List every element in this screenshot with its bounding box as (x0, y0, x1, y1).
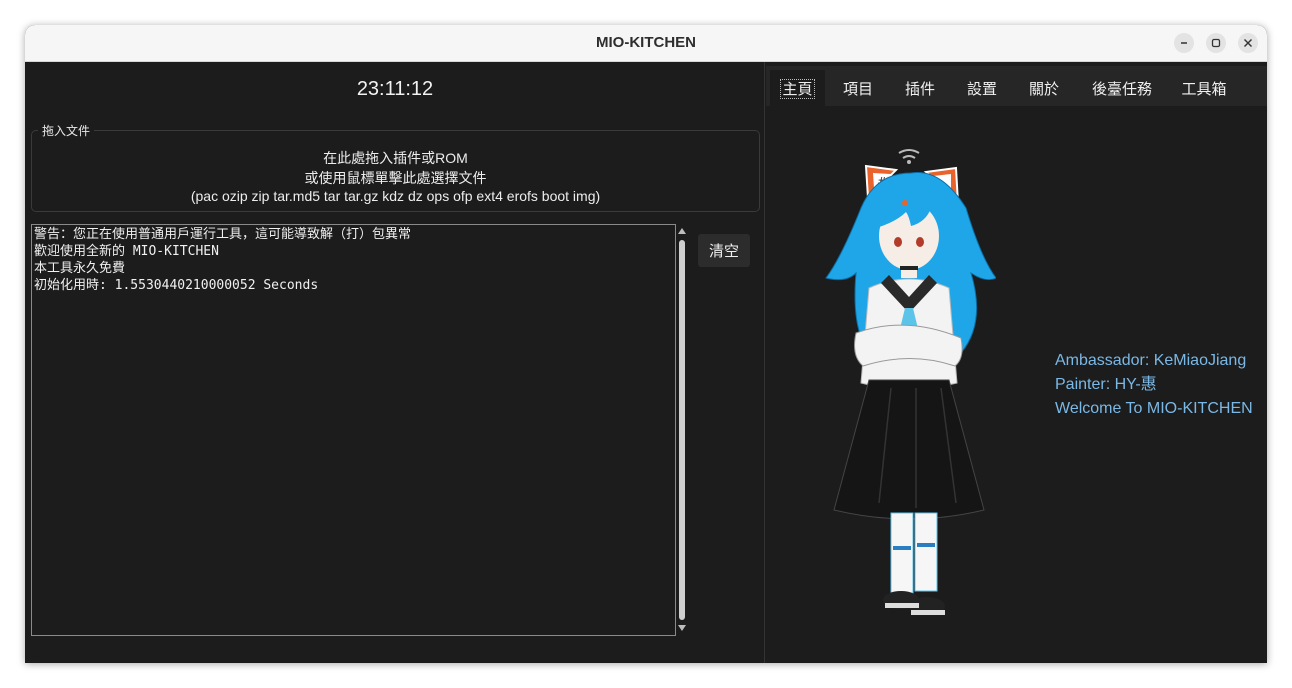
right-panel: 主頁 項目 插件 設置 關於 後臺任務 工具箱 # @ (766, 62, 1267, 663)
log-line: 歡迎使用全新的 MIO-KITCHEN (34, 244, 219, 259)
tab-home[interactable]: 主頁 (770, 70, 825, 106)
close-icon (1244, 39, 1252, 47)
log-line: 初始化用時: 1.5530440210000052 Seconds (34, 278, 319, 293)
tab-toolbox[interactable]: 工具箱 (1172, 70, 1236, 106)
clock: 23:11:12 (356, 78, 434, 100)
log-line: 本工具永久免費 (34, 261, 126, 276)
credits: Ambassador: KeMiaoJiang Painter: HY-惠 We… (1055, 349, 1253, 421)
painter-credit: Painter: HY-惠 (1055, 376, 1157, 393)
tab-bar: 主頁 項目 插件 設置 關於 後臺任務 工具箱 (766, 66, 1267, 106)
scroll-down-icon[interactable] (678, 624, 686, 632)
tab-about[interactable]: 關於 (1018, 70, 1070, 106)
drop-frame-legend: 拖入文件 (38, 122, 95, 139)
ambassador-credit: Ambassador: KeMiaoJiang (1055, 352, 1247, 369)
drop-file-area[interactable]: 拖入文件 在此處拖入插件或ROM 或使用鼠標單擊此處選擇文件 (pac ozip… (31, 122, 760, 212)
minimize-button[interactable] (1174, 33, 1194, 53)
maximize-icon (1211, 38, 1221, 48)
tab-home-label: 主頁 (780, 79, 815, 99)
window-title: MIO-KITCHEN (596, 34, 696, 51)
log-console[interactable]: 警告：您正在使用普通用戶運行工具，這可能導致解（打）包異常 歡迎使用全新的 MI… (31, 224, 676, 636)
drop-hint-line2: 或使用鼠標單擊此處選擇文件 (304, 170, 487, 186)
maximize-button[interactable] (1206, 33, 1226, 53)
title-bar[interactable]: MIO-KITCHEN (25, 25, 1267, 62)
left-panel: 23:11:12 拖入文件 在此處拖入插件或ROM 或使用鼠標單擊此處選擇文件 … (25, 62, 765, 663)
console-scrollbar[interactable] (677, 224, 687, 636)
minimize-icon (1181, 42, 1187, 44)
clear-button[interactable]: 清空 (698, 234, 750, 267)
tab-projects[interactable]: 項目 (832, 70, 884, 106)
tab-background-tasks[interactable]: 後臺任務 (1082, 70, 1162, 106)
drop-hint-line1: 在此處拖入插件或ROM (323, 150, 468, 166)
tab-settings[interactable]: 設置 (956, 70, 1008, 106)
welcome-message: Welcome To MIO-KITCHEN (1055, 400, 1253, 417)
app-window: MIO-KITCHEN 23:11:12 拖入文件 在此處拖入插件或ROM 或使… (25, 25, 1267, 663)
log-line: 警告：您正在使用普通用戶運行工具，這可能導致解（打）包異常 (34, 227, 412, 242)
scroll-up-icon[interactable] (678, 227, 686, 235)
scroll-thumb[interactable] (679, 240, 685, 620)
tab-plugins[interactable]: 插件 (894, 70, 946, 106)
close-button[interactable] (1238, 33, 1258, 53)
drop-hint-formats: (pac ozip zip tar.md5 tar tar.gz kdz dz … (190, 188, 601, 204)
mascot-illustration: # @ (825, 149, 996, 615)
